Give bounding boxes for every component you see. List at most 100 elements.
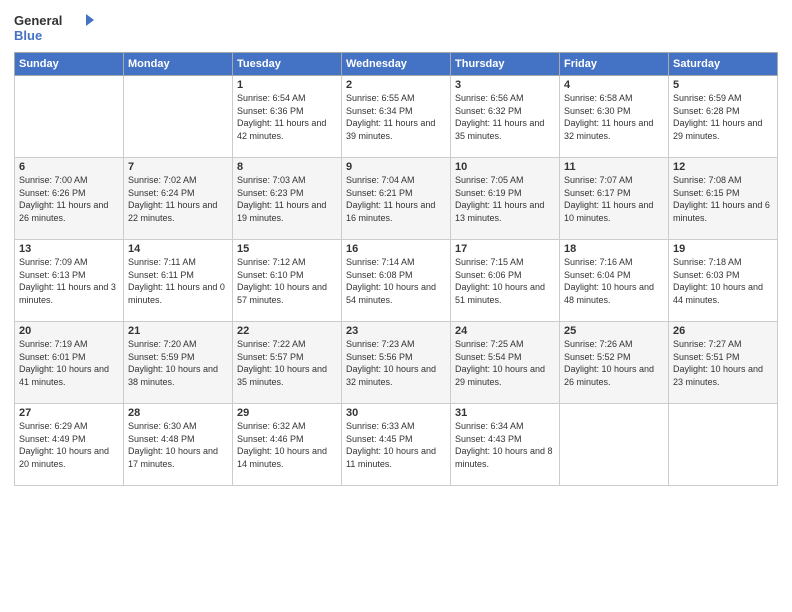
- calendar-cell: 12Sunrise: 7:08 AM Sunset: 6:15 PM Dayli…: [669, 158, 778, 240]
- day-info: Sunrise: 7:23 AM Sunset: 5:56 PM Dayligh…: [346, 338, 446, 388]
- svg-text:General: General: [14, 13, 62, 28]
- day-number: 30: [346, 407, 446, 419]
- day-number: 5: [673, 79, 773, 91]
- day-info: Sunrise: 7:08 AM Sunset: 6:15 PM Dayligh…: [673, 174, 773, 224]
- day-info: Sunrise: 7:11 AM Sunset: 6:11 PM Dayligh…: [128, 256, 228, 306]
- calendar-cell: 6Sunrise: 7:00 AM Sunset: 6:26 PM Daylig…: [15, 158, 124, 240]
- day-number: 19: [673, 243, 773, 255]
- day-info: Sunrise: 7:18 AM Sunset: 6:03 PM Dayligh…: [673, 256, 773, 306]
- day-info: Sunrise: 7:05 AM Sunset: 6:19 PM Dayligh…: [455, 174, 555, 224]
- weekday-header-tuesday: Tuesday: [233, 53, 342, 76]
- day-info: Sunrise: 7:09 AM Sunset: 6:13 PM Dayligh…: [19, 256, 119, 306]
- day-info: Sunrise: 7:07 AM Sunset: 6:17 PM Dayligh…: [564, 174, 664, 224]
- day-number: 2: [346, 79, 446, 91]
- calendar-cell: 25Sunrise: 7:26 AM Sunset: 5:52 PM Dayli…: [560, 322, 669, 404]
- day-info: Sunrise: 6:30 AM Sunset: 4:48 PM Dayligh…: [128, 420, 228, 470]
- calendar-week-3: 13Sunrise: 7:09 AM Sunset: 6:13 PM Dayli…: [15, 240, 778, 322]
- calendar-cell: [560, 404, 669, 486]
- weekday-header-sunday: Sunday: [15, 53, 124, 76]
- day-info: Sunrise: 6:32 AM Sunset: 4:46 PM Dayligh…: [237, 420, 337, 470]
- calendar-cell: 3Sunrise: 6:56 AM Sunset: 6:32 PM Daylig…: [451, 76, 560, 158]
- day-info: Sunrise: 6:58 AM Sunset: 6:30 PM Dayligh…: [564, 92, 664, 142]
- calendar-cell: 18Sunrise: 7:16 AM Sunset: 6:04 PM Dayli…: [560, 240, 669, 322]
- day-number: 4: [564, 79, 664, 91]
- day-info: Sunrise: 7:16 AM Sunset: 6:04 PM Dayligh…: [564, 256, 664, 306]
- day-info: Sunrise: 7:27 AM Sunset: 5:51 PM Dayligh…: [673, 338, 773, 388]
- day-number: 17: [455, 243, 555, 255]
- calendar-cell: 13Sunrise: 7:09 AM Sunset: 6:13 PM Dayli…: [15, 240, 124, 322]
- calendar-cell: 14Sunrise: 7:11 AM Sunset: 6:11 PM Dayli…: [124, 240, 233, 322]
- day-number: 3: [455, 79, 555, 91]
- day-number: 15: [237, 243, 337, 255]
- calendar-cell: 27Sunrise: 6:29 AM Sunset: 4:49 PM Dayli…: [15, 404, 124, 486]
- calendar-week-4: 20Sunrise: 7:19 AM Sunset: 6:01 PM Dayli…: [15, 322, 778, 404]
- day-info: Sunrise: 7:12 AM Sunset: 6:10 PM Dayligh…: [237, 256, 337, 306]
- calendar-header-row: SundayMondayTuesdayWednesdayThursdayFrid…: [15, 53, 778, 76]
- calendar-cell: 7Sunrise: 7:02 AM Sunset: 6:24 PM Daylig…: [124, 158, 233, 240]
- day-number: 8: [237, 161, 337, 173]
- calendar-cell: 10Sunrise: 7:05 AM Sunset: 6:19 PM Dayli…: [451, 158, 560, 240]
- day-info: Sunrise: 7:20 AM Sunset: 5:59 PM Dayligh…: [128, 338, 228, 388]
- day-info: Sunrise: 7:15 AM Sunset: 6:06 PM Dayligh…: [455, 256, 555, 306]
- calendar-cell: 15Sunrise: 7:12 AM Sunset: 6:10 PM Dayli…: [233, 240, 342, 322]
- day-number: 12: [673, 161, 773, 173]
- day-number: 22: [237, 325, 337, 337]
- header: General Blue: [14, 10, 778, 46]
- day-number: 23: [346, 325, 446, 337]
- day-number: 31: [455, 407, 555, 419]
- calendar-cell: 29Sunrise: 6:32 AM Sunset: 4:46 PM Dayli…: [233, 404, 342, 486]
- logo-svg: General Blue: [14, 10, 94, 46]
- calendar-cell: 5Sunrise: 6:59 AM Sunset: 6:28 PM Daylig…: [669, 76, 778, 158]
- day-number: 6: [19, 161, 119, 173]
- day-info: Sunrise: 7:02 AM Sunset: 6:24 PM Dayligh…: [128, 174, 228, 224]
- day-info: Sunrise: 7:26 AM Sunset: 5:52 PM Dayligh…: [564, 338, 664, 388]
- day-info: Sunrise: 7:00 AM Sunset: 6:26 PM Dayligh…: [19, 174, 119, 224]
- calendar-cell: 28Sunrise: 6:30 AM Sunset: 4:48 PM Dayli…: [124, 404, 233, 486]
- day-number: 27: [19, 407, 119, 419]
- day-info: Sunrise: 7:19 AM Sunset: 6:01 PM Dayligh…: [19, 338, 119, 388]
- calendar-cell: 22Sunrise: 7:22 AM Sunset: 5:57 PM Dayli…: [233, 322, 342, 404]
- calendar-cell: 4Sunrise: 6:58 AM Sunset: 6:30 PM Daylig…: [560, 76, 669, 158]
- day-number: 11: [564, 161, 664, 173]
- calendar-cell: 31Sunrise: 6:34 AM Sunset: 4:43 PM Dayli…: [451, 404, 560, 486]
- calendar-week-2: 6Sunrise: 7:00 AM Sunset: 6:26 PM Daylig…: [15, 158, 778, 240]
- calendar-cell: [124, 76, 233, 158]
- calendar-cell: 30Sunrise: 6:33 AM Sunset: 4:45 PM Dayli…: [342, 404, 451, 486]
- calendar-week-5: 27Sunrise: 6:29 AM Sunset: 4:49 PM Dayli…: [15, 404, 778, 486]
- day-info: Sunrise: 7:22 AM Sunset: 5:57 PM Dayligh…: [237, 338, 337, 388]
- calendar-table: SundayMondayTuesdayWednesdayThursdayFrid…: [14, 52, 778, 486]
- day-number: 28: [128, 407, 228, 419]
- day-number: 26: [673, 325, 773, 337]
- day-info: Sunrise: 7:14 AM Sunset: 6:08 PM Dayligh…: [346, 256, 446, 306]
- weekday-header-friday: Friday: [560, 53, 669, 76]
- day-number: 14: [128, 243, 228, 255]
- day-number: 7: [128, 161, 228, 173]
- day-number: 1: [237, 79, 337, 91]
- weekday-header-wednesday: Wednesday: [342, 53, 451, 76]
- weekday-header-thursday: Thursday: [451, 53, 560, 76]
- day-info: Sunrise: 6:33 AM Sunset: 4:45 PM Dayligh…: [346, 420, 446, 470]
- calendar-cell: 19Sunrise: 7:18 AM Sunset: 6:03 PM Dayli…: [669, 240, 778, 322]
- day-number: 24: [455, 325, 555, 337]
- day-number: 21: [128, 325, 228, 337]
- day-number: 25: [564, 325, 664, 337]
- calendar-cell: 1Sunrise: 6:54 AM Sunset: 6:36 PM Daylig…: [233, 76, 342, 158]
- calendar-cell: 24Sunrise: 7:25 AM Sunset: 5:54 PM Dayli…: [451, 322, 560, 404]
- day-number: 16: [346, 243, 446, 255]
- calendar-cell: 9Sunrise: 7:04 AM Sunset: 6:21 PM Daylig…: [342, 158, 451, 240]
- day-number: 20: [19, 325, 119, 337]
- day-info: Sunrise: 6:56 AM Sunset: 6:32 PM Dayligh…: [455, 92, 555, 142]
- day-info: Sunrise: 7:25 AM Sunset: 5:54 PM Dayligh…: [455, 338, 555, 388]
- calendar-cell: 23Sunrise: 7:23 AM Sunset: 5:56 PM Dayli…: [342, 322, 451, 404]
- day-number: 18: [564, 243, 664, 255]
- calendar-cell: 21Sunrise: 7:20 AM Sunset: 5:59 PM Dayli…: [124, 322, 233, 404]
- calendar-cell: 26Sunrise: 7:27 AM Sunset: 5:51 PM Dayli…: [669, 322, 778, 404]
- weekday-header-saturday: Saturday: [669, 53, 778, 76]
- svg-text:Blue: Blue: [14, 28, 42, 43]
- day-info: Sunrise: 7:04 AM Sunset: 6:21 PM Dayligh…: [346, 174, 446, 224]
- day-number: 10: [455, 161, 555, 173]
- calendar-cell: 17Sunrise: 7:15 AM Sunset: 6:06 PM Dayli…: [451, 240, 560, 322]
- calendar-cell: 8Sunrise: 7:03 AM Sunset: 6:23 PM Daylig…: [233, 158, 342, 240]
- day-info: Sunrise: 6:59 AM Sunset: 6:28 PM Dayligh…: [673, 92, 773, 142]
- logo: General Blue: [14, 10, 94, 46]
